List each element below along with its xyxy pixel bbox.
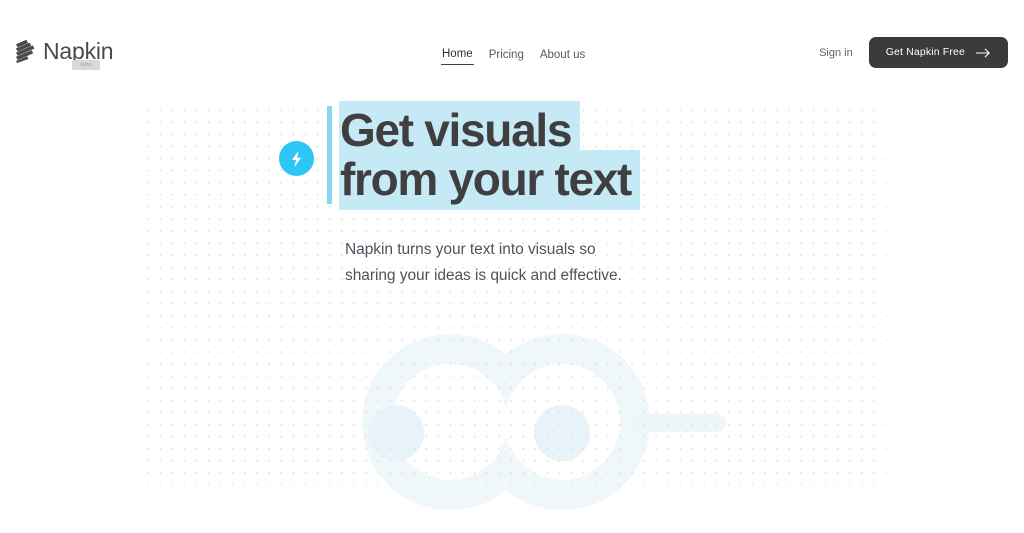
brand-logo[interactable]: Napkin beta: [14, 38, 114, 70]
page-title: Get visuals from your text: [327, 101, 820, 210]
nav-item-about-us[interactable]: About us: [539, 46, 586, 65]
napkin-stripes-logo-icon: [16, 39, 35, 63]
lightning-bolt-icon: [292, 150, 302, 167]
sign-in-link[interactable]: Sign in: [819, 45, 853, 61]
get-napkin-free-button[interactable]: Get Napkin Free: [868, 37, 1008, 68]
nav-item-home[interactable]: Home: [441, 45, 474, 65]
header-actions: Sign in Get Napkin Free: [819, 37, 1008, 68]
main-navigation: Home Pricing About us: [441, 45, 586, 65]
headline-line-2-text: from your text: [340, 150, 632, 210]
arrow-right-icon: [976, 48, 990, 57]
cta-button-label: Get Napkin Free: [885, 46, 965, 58]
brand-wordmark-wrapper: Napkin beta: [43, 38, 114, 70]
brand-badge: beta: [72, 60, 100, 70]
nav-item-pricing[interactable]: Pricing: [488, 46, 525, 65]
site-header: Napkin beta Home Pricing About us Sign i…: [0, 0, 1024, 105]
headline-line-1: Get visuals: [340, 101, 820, 161]
lightning-bolt-badge: [279, 141, 314, 176]
headline-line-2: from your text: [340, 150, 820, 210]
landing-page: Napkin beta Home Pricing About us Sign i…: [0, 0, 1024, 533]
hero-subtitle: Napkin turns your text into visuals so s…: [345, 241, 622, 284]
